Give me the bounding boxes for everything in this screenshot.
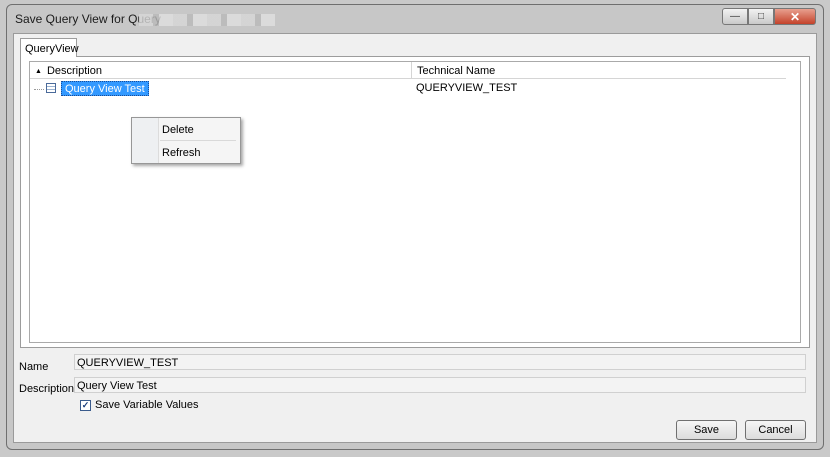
maximize-icon[interactable]: □ [748,8,774,25]
column-header-description-label: Description [46,65,102,77]
close-icon[interactable]: ✕ [774,8,816,25]
tab-panel: ▲ Description Technical Name Query View T… [20,56,810,348]
redacted-query-name [139,14,275,26]
name-label: Name [19,361,49,373]
window-controls: — □ ✕ [722,8,816,25]
name-field[interactable]: QUERYVIEW_TEST [74,354,806,370]
context-menu-refresh[interactable]: Refresh [160,143,238,163]
save-button[interactable]: Save [676,420,737,440]
save-variable-values-label[interactable]: Save Variable Values [95,399,199,411]
column-header-technical-name[interactable]: Technical Name [412,62,786,79]
sort-ascending-icon: ▲ [35,68,42,75]
dialog-window: Save Query View for Query — □ ✕ QueryVie… [6,4,824,450]
context-menu: Delete Refresh [131,117,241,164]
context-menu-gutter [132,118,159,163]
tree-row-description[interactable]: Query View Test [61,81,149,96]
context-menu-separator [160,140,236,141]
column-header-technical-name-label: Technical Name [417,65,496,77]
query-view-icon [46,83,56,93]
context-menu-delete[interactable]: Delete [160,120,238,140]
tab-queryview[interactable]: QueryView [20,38,79,57]
description-field[interactable]: Query View Test [74,377,806,393]
minimize-icon[interactable]: — [722,8,748,25]
column-header-description[interactable]: ▲ Description [30,62,412,79]
title-bar[interactable]: Save Query View for Query — □ ✕ [7,5,823,33]
tree-row-technical-name: QUERYVIEW_TEST [416,82,518,94]
description-label: Description [19,383,75,395]
dialog-client-area: QueryView ▲ Description Technical Name Qu… [13,33,817,443]
query-view-tree[interactable]: ▲ Description Technical Name Query View T… [29,61,801,343]
tree-connector-line [34,89,44,90]
cancel-button[interactable]: Cancel [745,420,806,440]
save-variable-values-checkbox[interactable]: ✓ [80,400,91,411]
